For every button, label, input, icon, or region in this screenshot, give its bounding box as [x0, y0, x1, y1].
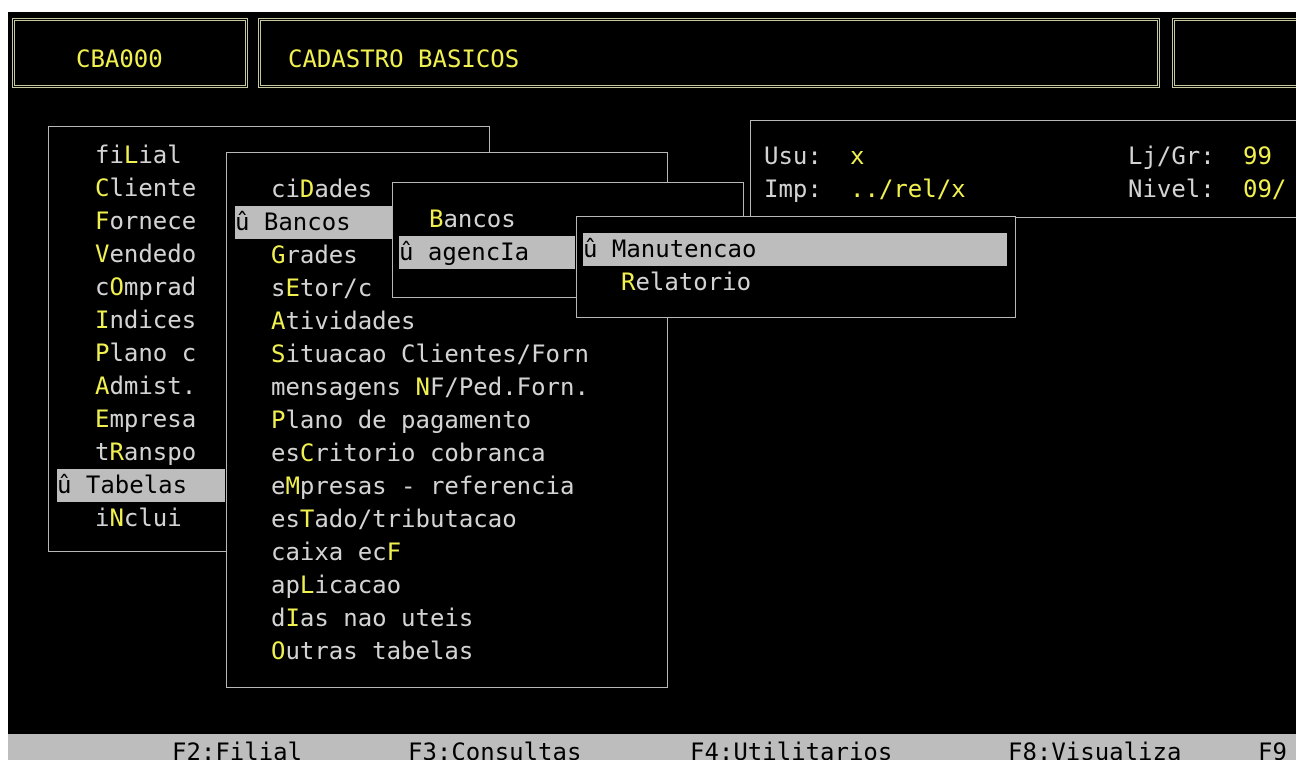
- tables-menu-item[interactable]: dIas nao uteis: [271, 602, 473, 635]
- usu-label: Usu:: [764, 142, 822, 170]
- tables-menu-item[interactable]: esCritorio cobranca: [271, 437, 546, 470]
- tables-menu-item[interactable]: û Bancos: [235, 206, 395, 239]
- bancos-menu-item[interactable]: Bancos: [429, 203, 516, 236]
- tables-menu-item[interactable]: apLicacao: [271, 569, 401, 602]
- nivel-label: Nivel:: [1128, 175, 1215, 203]
- function-key-bar: F2:Filial F3:Consultas F4:Utilitarios F8…: [8, 734, 1296, 760]
- bancos-menu-item[interactable]: û agencIa: [399, 236, 575, 269]
- ljgr-label: Lj/Gr:: [1128, 142, 1215, 170]
- f8-visualiza-key[interactable]: F8:Visualiza: [1008, 734, 1181, 760]
- main-menu-item[interactable]: Vendedo: [95, 238, 196, 271]
- f9-key[interactable]: F9: [1258, 734, 1287, 760]
- main-menu-item[interactable]: cOmprad: [95, 271, 196, 304]
- terminal-screen: CBA000 CADASTRO BASICOS Usu: x Imp: ../r…: [8, 12, 1296, 760]
- tables-menu-item[interactable]: sEtor/c: [271, 272, 372, 305]
- ljgr-value: 99: [1243, 142, 1272, 170]
- agencia-menu-item[interactable]: û Manutencao: [583, 233, 1007, 266]
- tables-menu-item[interactable]: Grades: [271, 239, 358, 272]
- agencia-submenu: û Manutencao Relatorio: [576, 216, 1016, 318]
- main-menu-item[interactable]: tRanspo: [95, 436, 196, 469]
- main-menu-item[interactable]: Empresa: [95, 403, 196, 436]
- imp-label: Imp:: [764, 175, 822, 203]
- nivel-value: 09/: [1243, 175, 1287, 203]
- main-menu-item[interactable]: iNclui: [95, 502, 182, 535]
- main-menu-item[interactable]: Admist.: [95, 370, 196, 403]
- tables-menu-item[interactable]: eMpresas - referencia: [271, 470, 574, 503]
- tables-menu-item[interactable]: Situacao Clientes/Forn: [271, 338, 589, 371]
- f2-filial-key[interactable]: F2:Filial: [172, 734, 302, 760]
- program-code: CBA000: [76, 45, 163, 73]
- right-header-box: [1172, 18, 1296, 88]
- tables-menu-item[interactable]: ciDades: [271, 173, 372, 206]
- main-menu-item[interactable]: Indices: [95, 304, 196, 337]
- main-menu-item[interactable]: Cliente: [95, 172, 196, 205]
- tables-menu-item[interactable]: Plano de pagamento: [271, 404, 531, 437]
- f4-utilitarios-key[interactable]: F4:Utilitarios: [690, 734, 892, 760]
- main-menu-item[interactable]: Fornece: [95, 205, 196, 238]
- page-title: CADASTRO BASICOS: [288, 45, 520, 73]
- imp-value: ../rel/x: [850, 175, 966, 203]
- tables-menu-item[interactable]: mensagens NF/Ped.Forn.: [271, 371, 589, 404]
- tables-menu-item[interactable]: Outras tabelas: [271, 635, 473, 668]
- tables-menu-item[interactable]: esTado/tributacao: [271, 503, 517, 536]
- f3-consultas-key[interactable]: F3:Consultas: [408, 734, 581, 760]
- main-menu-item[interactable]: Plano c: [95, 337, 196, 370]
- agencia-menu-item[interactable]: Relatorio: [621, 266, 751, 299]
- tables-menu-item[interactable]: Atividades: [271, 305, 416, 338]
- usu-value: x: [850, 142, 865, 170]
- main-menu-item[interactable]: û Tabelas: [57, 469, 225, 502]
- main-menu-item[interactable]: fiLial: [95, 139, 182, 172]
- tables-menu-item[interactable]: caixa ecF: [271, 536, 401, 569]
